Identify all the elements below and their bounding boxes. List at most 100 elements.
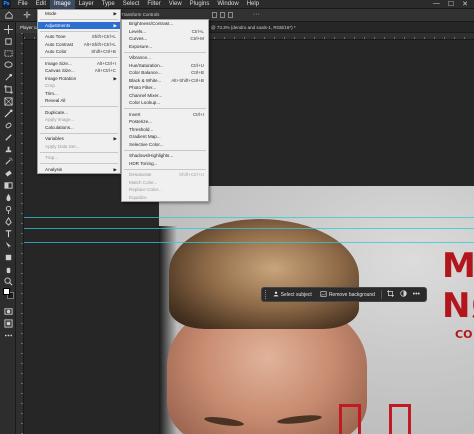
menu-item-apply-image[interactable]: Apply Image... — [38, 116, 120, 124]
blur-icon[interactable] — [3, 192, 13, 202]
menu-item-vibrance[interactable]: Vibrance... — [122, 54, 208, 62]
menu-item-analysis[interactable]: Analysis ▶ — [38, 166, 120, 174]
menu-item-variables[interactable]: Variables ▶ — [38, 135, 120, 143]
menu-item-auto-contrast[interactable]: Auto Contrast Alt+Shift+Ctrl+L — [38, 41, 120, 49]
stamp-icon[interactable] — [3, 144, 13, 154]
menu-item-threshold[interactable]: Threshold... — [122, 126, 208, 134]
menu-item-duplicate[interactable]: Duplicate... — [38, 109, 120, 117]
adjustments-submenu: Brightness/Contrast... Levels... Ctrl+L Cur… — [121, 19, 209, 202]
shape-icon[interactable] — [3, 252, 13, 262]
menu-layer[interactable]: Layer — [75, 0, 98, 9]
menu-item-shadows-highlights[interactable]: Shadows/Highlights... — [122, 152, 208, 160]
menu-item-curves[interactable]: Curves... Ctrl+M — [122, 35, 208, 43]
maximize-icon[interactable]: ☐ — [448, 0, 454, 8]
more-tools-icon[interactable] — [3, 330, 13, 340]
menu-edit[interactable]: Edit — [32, 0, 50, 9]
move-tool-icon[interactable]: ✛ — [22, 10, 32, 20]
menu-item-trim[interactable]: Trim... — [38, 90, 120, 98]
menu-item-invert[interactable]: Invert Ctrl+I — [122, 111, 208, 119]
hand-icon[interactable] — [3, 264, 13, 274]
foreground-color-swatch[interactable] — [3, 288, 10, 295]
menu-item-desaturate[interactable]: Desaturate Shift+Ctrl+U — [122, 171, 208, 179]
path-select-icon[interactable] — [3, 240, 13, 250]
menu-item-hdr-toning[interactable]: HDR Toning... — [122, 160, 208, 168]
close-icon[interactable]: ✕ — [462, 0, 468, 8]
more-options-icon[interactable]: ··· — [253, 11, 260, 18]
pen-icon[interactable] — [3, 216, 13, 226]
menu-item-apply-data-set[interactable]: Apply Data Set... — [38, 143, 120, 151]
home-icon[interactable] — [4, 11, 14, 20]
canvas-image[interactable]: MA NØ CO — [159, 186, 474, 434]
menu-item-color-balance[interactable]: Color Balance... Ctrl+B — [122, 69, 208, 77]
align-center-icon[interactable] — [220, 12, 225, 18]
minimize-icon[interactable]: — — [433, 0, 440, 8]
artboard-icon[interactable] — [3, 36, 13, 46]
menu-item-channel-mixer[interactable]: Channel Mixer... — [122, 92, 208, 100]
menu-item-gradient-map[interactable]: Gradient Map... — [122, 133, 208, 141]
guide-line[interactable] — [24, 242, 474, 243]
menu-item-auto-color[interactable]: Auto Color Shift+Ctrl+B — [38, 48, 120, 56]
menu-plugins[interactable]: Plugins — [186, 0, 214, 9]
marquee-icon[interactable] — [3, 48, 13, 58]
guide-line[interactable] — [24, 228, 474, 229]
screen-mode-icon[interactable] — [3, 318, 13, 328]
menu-item-replace-color[interactable]: Replace Color... — [122, 186, 208, 194]
menu-item-equalize[interactable]: Equalize — [122, 194, 208, 202]
dodge-icon[interactable] — [3, 204, 13, 214]
menu-item-color-lookup[interactable]: Color Lookup... — [122, 99, 208, 107]
eraser-icon[interactable] — [3, 168, 13, 178]
menu-item-auto-tone[interactable]: Auto Tone Shift+Ctrl+L — [38, 33, 120, 41]
remove-background-button[interactable]: Remove background — [316, 290, 379, 299]
type-icon[interactable] — [3, 228, 13, 238]
menu-item-photo-filter[interactable]: Photo Filter... — [122, 84, 208, 92]
menu-item-canvas-size[interactable]: Canvas Size... Alt+Ctrl+C — [38, 67, 120, 75]
guide-line[interactable] — [24, 217, 474, 218]
menu-image[interactable]: Image — [50, 0, 75, 9]
menu-filter[interactable]: Filter — [143, 0, 164, 9]
menu-window[interactable]: Window — [213, 0, 242, 9]
brush-icon[interactable] — [3, 132, 13, 142]
document-tab-title[interactable]: @ 73.3% (dendro and soals-1, RGB/16*) * — [211, 22, 296, 33]
menu-item-mode[interactable]: Mode ▶ — [38, 10, 120, 18]
menu-help[interactable]: Help — [243, 0, 263, 9]
menu-item-selective-color[interactable]: Selective Color... — [122, 141, 208, 149]
menu-item-black-white[interactable]: Black & White... Alt+Shift+Ctrl+B — [122, 77, 208, 85]
menu-item-brightness-contrast[interactable]: Brightness/Contrast... — [122, 20, 208, 28]
menu-item-posterize[interactable]: Posterize... — [122, 118, 208, 126]
adjustment-layer-icon[interactable] — [397, 290, 410, 299]
vertical-ruler[interactable] — [16, 33, 24, 434]
quick-select-icon[interactable] — [3, 72, 13, 82]
align-right-icon[interactable] — [228, 12, 233, 18]
menu-item-levels[interactable]: Levels... Ctrl+L — [122, 28, 208, 36]
healing-brush-icon[interactable] — [3, 120, 13, 130]
quick-mask-icon[interactable] — [3, 306, 13, 316]
menu-view[interactable]: View — [165, 0, 186, 9]
transform-controls-label[interactable]: Transform Controls — [121, 12, 159, 17]
zoom-icon[interactable] — [3, 276, 13, 286]
menu-item-calculations[interactable]: Calculations... — [38, 124, 120, 132]
menu-item-hue-saturation[interactable]: Hue/Saturation... Ctrl+U — [122, 62, 208, 70]
menu-item-exposure[interactable]: Exposure... — [122, 43, 208, 51]
align-left-icon[interactable] — [212, 12, 217, 18]
crop-icon[interactable] — [3, 84, 13, 94]
more-options-icon[interactable]: ••• — [410, 291, 423, 298]
lasso-icon[interactable] — [3, 60, 13, 70]
move-icon[interactable] — [3, 24, 13, 34]
select-subject-button[interactable]: Select subject — [269, 291, 316, 299]
history-brush-icon[interactable] — [3, 156, 13, 166]
menu-item-image-size[interactable]: Image Size... Alt+Ctrl+I — [38, 60, 120, 68]
menu-item-crop[interactable]: Crop — [38, 82, 120, 90]
menu-item-trap[interactable]: Trap... — [38, 154, 120, 162]
crop-transform-icon[interactable] — [384, 290, 397, 299]
drag-handle[interactable] — [265, 290, 267, 299]
menu-item-image-rotation[interactable]: Image Rotation ▶ — [38, 75, 120, 83]
menu-file[interactable]: File — [14, 0, 32, 9]
menu-select[interactable]: Select — [119, 0, 144, 9]
menu-item-match-color[interactable]: Match Color... — [122, 179, 208, 187]
frame-icon[interactable] — [3, 96, 13, 106]
menu-item-reveal-all[interactable]: Reveal All — [38, 97, 120, 105]
gradient-icon[interactable] — [3, 180, 13, 190]
menu-item-adjustments[interactable]: Adjustments ▶ — [38, 21, 120, 29]
eyedropper-icon[interactable] — [3, 108, 13, 118]
menu-type[interactable]: Type — [98, 0, 119, 9]
